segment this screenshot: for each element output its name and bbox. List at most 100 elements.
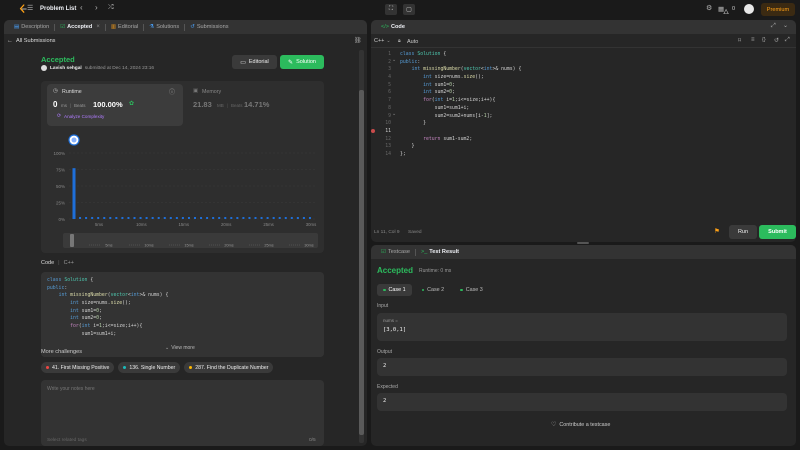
shuffle-icon[interactable]: ⤮ bbox=[108, 4, 114, 12]
auto-label[interactable]: Auto bbox=[407, 39, 418, 45]
maximize-icon[interactable]: ⤢ bbox=[771, 23, 776, 30]
view-more-button[interactable]: ⌄ View more bbox=[165, 345, 195, 351]
challenge-label: 287. Find the Duplicate Number bbox=[195, 364, 269, 371]
info-icon[interactable]: ⓘ bbox=[169, 87, 175, 96]
distribution-bar bbox=[206, 217, 209, 219]
tab-accepted[interactable]: ☑ Accepted × bbox=[55, 21, 105, 34]
settings-icon[interactable]: ⚙ bbox=[706, 4, 712, 12]
editor-code-area[interactable]: 1 2 3 4 5 6 7 8 9 10 11 12 13 14 ⌄ ⌄ cla… bbox=[371, 50, 796, 225]
panel-resize-handle[interactable] bbox=[577, 242, 589, 244]
tab-test-result[interactable]: >_ Test Result bbox=[416, 246, 464, 259]
distribution-bar bbox=[296, 217, 299, 219]
mini-tick-label: 10ms bbox=[144, 244, 153, 248]
solution-button[interactable]: ✎ Solution bbox=[280, 55, 324, 69]
runtime-beats: 100.00% bbox=[93, 100, 123, 109]
distribution-bar bbox=[175, 217, 178, 219]
expected-label: Expected bbox=[377, 384, 398, 390]
tab-editorial[interactable]: ▥ Editorial bbox=[106, 21, 143, 34]
fold-icon[interactable]: ⌄ bbox=[392, 111, 396, 117]
reset-icon[interactable]: ↺ bbox=[774, 37, 779, 44]
submitted-code-block[interactable]: class Solution { public: int missingNumb… bbox=[41, 272, 324, 357]
user-name[interactable]: Lavish sehgal bbox=[50, 66, 82, 71]
close-tab-icon[interactable]: × bbox=[96, 24, 100, 30]
tab-label: Accepted bbox=[67, 24, 93, 30]
braces-icon[interactable]: {} bbox=[762, 37, 766, 43]
code-lines: class Solution { public: int missingNumb… bbox=[47, 277, 168, 339]
breakpoint-dot[interactable] bbox=[371, 129, 375, 133]
editor-toolbar: C++ ⌄ 🔒︎ Auto ⌑ ≡ {} ↺ ⤢ bbox=[371, 34, 796, 48]
highlight-bar bbox=[72, 168, 76, 219]
challenge-chip[interactable]: 136. Single Number bbox=[118, 362, 181, 373]
code-line: } bbox=[400, 121, 426, 127]
range-slider[interactable]: 5ms 10ms 15ms 20ms 25ms 30ms bbox=[63, 233, 318, 248]
code-line: int sum1=0; bbox=[423, 82, 455, 88]
run-label: Run bbox=[737, 229, 749, 235]
layout-toggle-2[interactable]: ▢ bbox=[403, 4, 415, 15]
user-avatar[interactable] bbox=[41, 65, 47, 71]
chevron-down-icon[interactable]: ⌄ bbox=[783, 22, 788, 29]
runtime-distribution-chart[interactable]: 100% 75% 50% 25% 0% 5ms 10ms 15ms 20ms 25ms 30ms bbox=[41, 131, 324, 241]
layout-toggle-1[interactable]: ⛶ bbox=[385, 4, 397, 15]
pass-dot bbox=[460, 288, 463, 292]
code-line: } bbox=[400, 144, 415, 150]
test-tabs: ☑ Testcase >_ Test Result bbox=[371, 245, 796, 259]
case-tab-3[interactable]: Case 3 bbox=[454, 284, 489, 296]
case-label: Case 3 bbox=[465, 287, 483, 293]
line-number: 5 bbox=[388, 82, 391, 88]
tab-submissions[interactable]: ↺ Submissions bbox=[185, 21, 233, 34]
output-label: Output bbox=[377, 349, 393, 355]
tags-placeholder[interactable]: Select related tags bbox=[47, 438, 87, 443]
problem-list-link[interactable]: Problem List bbox=[40, 6, 76, 12]
memory-label: Memory bbox=[202, 89, 222, 95]
memory-unit: MB bbox=[217, 103, 224, 108]
expected-box[interactable]: 2 bbox=[377, 393, 787, 411]
next-problem-icon[interactable]: › bbox=[95, 3, 98, 12]
memory-card[interactable]: ▣ Memory 21.83 MB | Beats 14.71% bbox=[187, 84, 319, 126]
fire-icon[interactable]: 🜂 bbox=[723, 4, 729, 18]
notes-box[interactable]: Write your notes here Select related tag… bbox=[41, 380, 324, 446]
run-button[interactable]: Run bbox=[729, 225, 757, 239]
output-box[interactable]: 2 bbox=[377, 358, 787, 376]
leetcode-logo[interactable] bbox=[19, 4, 27, 14]
debug-icon[interactable]: ⚑ bbox=[714, 227, 720, 235]
tab-solutions[interactable]: ⚗ Solutions bbox=[144, 21, 184, 34]
fold-icon[interactable]: ⌄ bbox=[392, 57, 396, 63]
distribution-bar bbox=[230, 217, 233, 219]
case-tab-1[interactable]: Case 1 bbox=[377, 284, 412, 296]
prev-problem-icon[interactable]: ‹ bbox=[80, 3, 83, 12]
challenge-chip[interactable]: 287. Find the Duplicate Number bbox=[184, 362, 274, 373]
challenge-chip[interactable]: 41. First Missing Positive bbox=[41, 362, 115, 373]
book-icon: ▭ bbox=[240, 59, 246, 66]
x-tick-label: 15ms bbox=[179, 222, 190, 227]
tab-testcase[interactable]: ☑ Testcase bbox=[376, 246, 415, 259]
tab-description[interactable]: ▤ Description bbox=[9, 21, 54, 34]
submit-button[interactable]: Submit bbox=[759, 225, 796, 239]
code-line: int size=nums.size(); bbox=[423, 75, 484, 81]
tab-code[interactable]: </> Code bbox=[376, 21, 410, 34]
link-icon[interactable]: ⛓ bbox=[354, 37, 362, 44]
distribution-bar bbox=[103, 217, 106, 219]
challenge-label: 136. Single Number bbox=[129, 364, 176, 371]
back-to-submissions[interactable]: ← All Submissions bbox=[7, 38, 55, 44]
case-tab-2[interactable]: Case 2 bbox=[416, 284, 451, 296]
chip-icon: ▣ bbox=[193, 88, 199, 94]
scrollbar-thumb[interactable] bbox=[359, 90, 364, 435]
input-label: Input bbox=[377, 303, 389, 309]
analyze-complexity-link[interactable]: Analyze Complexity bbox=[64, 114, 104, 119]
problem-list-icon[interactable]: ☰ bbox=[27, 4, 33, 12]
input-box[interactable]: nums = [3,0,1] bbox=[377, 313, 787, 341]
runtime-card[interactable]: ◷ Runtime ⓘ 0 ms | Beats 100.00% ✿ ⟳ Ana… bbox=[47, 84, 183, 126]
code-line: sum2=sum2+nums[i-1]; bbox=[400, 113, 493, 119]
y-tick-label: 0% bbox=[58, 217, 65, 222]
contribute-testcase-button[interactable]: ♡ Contribute a testcase bbox=[551, 421, 610, 429]
bookmark-icon[interactable]: ⌑ bbox=[738, 37, 741, 44]
fullscreen-icon[interactable]: ⤢ bbox=[785, 37, 790, 44]
left-scrollbar[interactable] bbox=[359, 50, 364, 443]
code-line: int missingNumber(vector<int>& nums) { bbox=[58, 293, 169, 299]
editorial-button[interactable]: ▭ Editorial bbox=[232, 55, 277, 69]
line-number: 4 bbox=[388, 75, 391, 81]
language-select[interactable]: C++ ⌄ bbox=[374, 38, 391, 44]
premium-button[interactable]: Premium bbox=[761, 3, 795, 16]
avatar[interactable] bbox=[744, 4, 754, 14]
format-icon[interactable]: ≡ bbox=[751, 37, 755, 43]
